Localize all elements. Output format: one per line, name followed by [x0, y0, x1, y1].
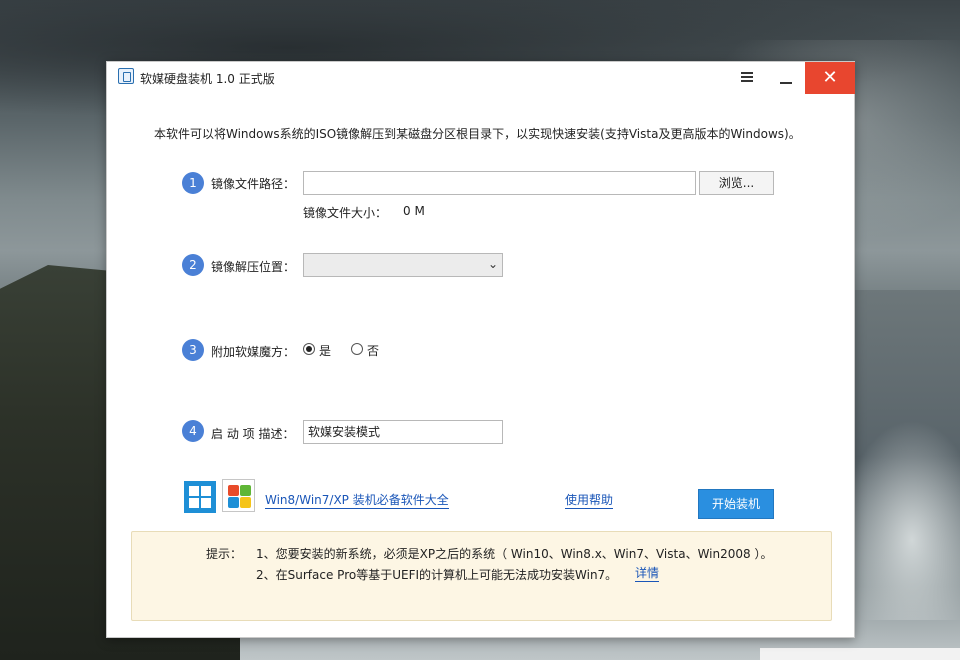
windows8-logo-icon[interactable]: [184, 481, 216, 513]
window-title: 软媒硬盘装机 1.0 正式版: [140, 72, 275, 86]
start-install-button[interactable]: 开始装机: [698, 489, 774, 519]
addon-no-radio[interactable]: [351, 343, 363, 355]
taskbar-strip: [760, 648, 960, 660]
title-bar: 软媒硬盘装机 1.0 正式版 ✕: [107, 62, 855, 94]
step-4-badge: 4: [182, 420, 204, 442]
windows7-logo-icon[interactable]: [222, 479, 255, 512]
extract-location-label: 镜像解压位置：: [211, 260, 296, 274]
tips-box: 提示： 1、您要安装的新系统，必须是XP之后的系统（ Win10、Win8.x、…: [131, 531, 832, 621]
tip-item: 2、在Surface Pro等基于UEFI的计算机上可能无法成功安装Win7。: [256, 568, 618, 582]
boot-description-label: 启 动 项 描述：: [211, 427, 295, 441]
step-3-badge: 3: [182, 339, 204, 361]
iso-path-input[interactable]: [303, 171, 696, 195]
addon-label: 附加软媒魔方：: [211, 345, 296, 359]
app-logo-icon: [118, 68, 134, 84]
browse-button[interactable]: 浏览...: [699, 171, 774, 195]
help-link[interactable]: 使用帮助: [565, 493, 614, 509]
app-window: 软媒硬盘装机 1.0 正式版 ✕ 本软件可以将Windows系统的ISO镜像解压…: [106, 61, 855, 638]
boot-description-input[interactable]: 软媒安装模式: [303, 420, 503, 444]
minimize-button[interactable]: [766, 62, 806, 94]
file-size-label: 镜像文件大小：: [303, 206, 388, 220]
menu-button[interactable]: [726, 62, 766, 94]
software-collection-link[interactable]: Win8/Win7/XP 装机必备软件大全: [265, 493, 449, 509]
tip-item: 1、您要安装的新系统，必须是XP之后的系统（ Win10、Win8.x、Win7…: [256, 547, 773, 561]
step-2-badge: 2: [182, 254, 204, 276]
addon-yes-label: 是: [319, 344, 332, 358]
step-1-badge: 1: [182, 172, 204, 194]
intro-text: 本软件可以将Windows系统的ISO镜像解压到某磁盘分区根目录下，以实现快速安…: [154, 127, 801, 141]
close-button[interactable]: ✕: [805, 62, 855, 94]
minimize-icon: [780, 82, 792, 84]
details-link[interactable]: 详情: [635, 566, 660, 582]
addon-no-label: 否: [367, 344, 380, 358]
close-icon: ✕: [822, 67, 838, 88]
chevron-down-icon: ⌄: [487, 257, 498, 271]
addon-yes-radio[interactable]: [303, 343, 315, 355]
extract-location-select[interactable]: ⌄: [303, 253, 503, 277]
tips-title: 提示：: [206, 547, 243, 561]
file-size-value: 0 M: [403, 204, 425, 218]
iso-path-label: 镜像文件路径：: [211, 177, 296, 191]
